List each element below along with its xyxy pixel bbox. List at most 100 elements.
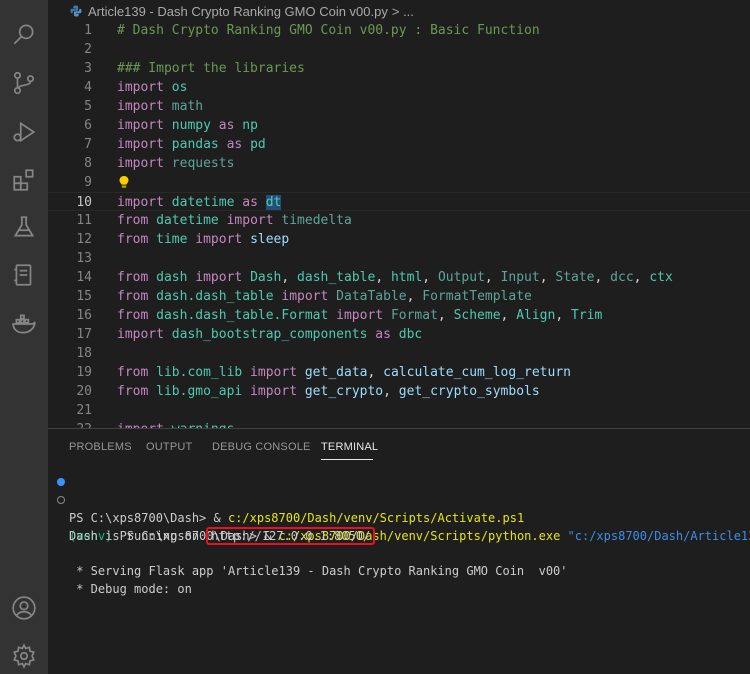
code-line[interactable]: 5 import math <box>48 97 750 116</box>
code-token: import <box>117 156 164 171</box>
code-token: os <box>171 80 188 95</box>
tab-terminal[interactable]: TERMINAL <box>321 441 378 453</box>
code-line[interactable]: 9 <box>48 173 750 192</box>
line-code: from lib.com_lib import get_data, calcul… <box>117 363 571 382</box>
code-token: import <box>187 270 251 285</box>
code-token: from <box>117 365 149 380</box>
code-token: dash_table <box>297 270 376 285</box>
search-icon[interactable] <box>10 20 38 48</box>
code-token: , <box>555 308 571 323</box>
code-token: , <box>500 308 517 323</box>
code-token: from <box>117 232 149 247</box>
code-editor[interactable]: 1 # Dash Crypto Ranking GMO Coin v00.py :… <box>48 22 750 428</box>
lightbulb-icon[interactable] <box>118 175 130 190</box>
extensions-icon[interactable] <box>10 166 38 194</box>
code-token: , <box>594 270 611 285</box>
breadcrumb-file[interactable]: Article139 - Dash Crypto Ranking GMO Coi… <box>88 4 388 19</box>
line-number: 17 <box>76 327 92 342</box>
code-token: dash_bootstrap_components <box>171 327 368 342</box>
code-token: Scheme <box>453 308 501 323</box>
code-line[interactable]: 4 import os <box>48 78 750 97</box>
terminal-line: Dash is running on http://127.0.0.1:8050… <box>48 509 750 545</box>
code-line[interactable]: 11 from datetime import timedelta <box>48 211 750 230</box>
server-url-link[interactable]: http://127.0.0.1:8050/ <box>206 527 376 545</box>
line-number: 8 <box>84 156 92 171</box>
code-line[interactable]: 10 import datetime as dt <box>48 192 750 211</box>
code-line[interactable]: 8 import requests <box>48 154 750 173</box>
code-token: , <box>281 270 298 285</box>
code-line[interactable]: 18 <box>48 344 750 363</box>
code-token: lib.gmo_api <box>156 384 243 399</box>
line-number: 2 <box>84 42 92 57</box>
code-token: numpy <box>171 118 211 133</box>
code-token: import <box>117 99 164 114</box>
line-code: import datetime as dt <box>117 193 282 212</box>
code-token: np <box>242 118 258 133</box>
tab-output[interactable]: OUTPUT <box>146 441 192 453</box>
docker-icon[interactable] <box>10 310 38 338</box>
terminal-line: * Serving Flask app 'Article139 - Dash C… <box>48 544 750 578</box>
line-number: 16 <box>76 308 92 323</box>
code-line[interactable]: 2 <box>48 40 750 59</box>
testing-flask-icon[interactable] <box>10 213 38 241</box>
code-token: import <box>242 365 305 380</box>
line-number: 12 <box>76 232 92 247</box>
code-token: as <box>234 195 266 210</box>
terminal-line: (venv) PS C:\xps8700\Dash> & c:/xps8700/… <box>48 491 750 543</box>
code-line[interactable]: 1 # Dash Crypto Ranking GMO Coin v00.py :… <box>48 22 750 40</box>
code-line[interactable]: 19 from lib.com_lib import get_data, calc… <box>48 363 750 382</box>
code-line[interactable]: 13 <box>48 249 750 268</box>
code-token: dash.dash_table.Format <box>156 308 329 323</box>
code-line[interactable]: 21 <box>48 401 750 420</box>
line-code: import math <box>117 97 203 116</box>
code-line[interactable]: 22 import warnings <box>48 420 750 428</box>
line-code: from datetime import timedelta <box>117 211 352 230</box>
line-number: 6 <box>84 118 92 133</box>
code-line[interactable]: 15 from dash.dash_table import DataTable,… <box>48 287 750 306</box>
code-line[interactable]: 14 from dash import Dash, dash_table, htm… <box>48 268 750 287</box>
account-icon[interactable] <box>10 594 38 622</box>
code-token: lib.com_lib <box>156 365 243 380</box>
tab-debug-console[interactable]: DEBUG CONSOLE <box>212 441 311 453</box>
code-line[interactable]: 17 import dash_bootstrap_components as db… <box>48 325 750 344</box>
notebook-icon[interactable] <box>10 261 38 289</box>
code-token: import <box>117 195 164 210</box>
line-code: # Dash Crypto Ranking GMO Coin v00.py : … <box>117 22 540 40</box>
source-control-icon[interactable] <box>10 69 38 97</box>
code-line[interactable]: 3 ### Import the libraries <box>48 59 750 78</box>
tab-problems[interactable]: PROBLEMS <box>69 441 132 453</box>
command-running-dot-icon[interactable] <box>57 496 65 504</box>
code-token: sleep <box>250 232 290 247</box>
line-number: 1 <box>84 23 92 38</box>
code-token: as <box>210 118 243 133</box>
code-token: get_data <box>304 365 368 380</box>
line-code: import pandas as pd <box>117 135 266 154</box>
code-token: , <box>406 289 423 304</box>
settings-gear-icon[interactable] <box>10 642 38 670</box>
code-token: from <box>117 384 149 399</box>
code-line[interactable]: 7 import pandas as pd <box>48 135 750 154</box>
command-success-dot-icon[interactable] <box>57 478 65 486</box>
code-token: import <box>242 384 305 399</box>
activity-bar <box>0 0 48 674</box>
terminal-output: * Debug mode: on <box>69 582 192 596</box>
python-file-icon <box>70 5 82 17</box>
run-debug-icon[interactable] <box>10 118 38 146</box>
code-token: import <box>117 137 164 152</box>
code-line[interactable]: 6 import numpy as np <box>48 116 750 135</box>
code-line[interactable]: 12 from time import sleep <box>48 230 750 249</box>
line-number: 22 <box>48 420 92 428</box>
code-line[interactable]: 16 from dash.dash_table.Format import For… <box>48 306 750 325</box>
code-token: , <box>437 308 454 323</box>
code-token: Dash <box>250 270 282 285</box>
code-token: get_crypto_symbols <box>398 384 540 399</box>
code-token: import <box>117 80 164 95</box>
code-line[interactable]: 20 from lib.gmo_api import get_crypto, ge… <box>48 382 750 401</box>
breadcrumb-separator[interactable]: > ... <box>392 4 414 19</box>
